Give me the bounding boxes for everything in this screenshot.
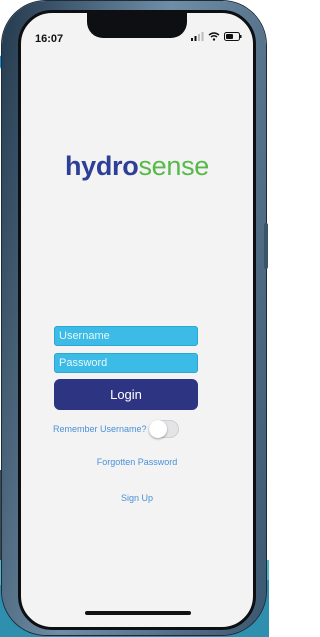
status-time: 16:07 bbox=[35, 33, 64, 45]
remember-username-toggle[interactable] bbox=[148, 420, 179, 438]
toggle-knob bbox=[148, 420, 167, 438]
signal-icon bbox=[191, 32, 204, 41]
status-icons bbox=[191, 32, 242, 41]
camera-notch bbox=[87, 13, 187, 38]
volume-button bbox=[264, 223, 268, 269]
password-input[interactable] bbox=[54, 353, 198, 373]
wifi-icon bbox=[208, 32, 220, 41]
forgotten-password-link[interactable]: Forgotten Password bbox=[21, 457, 253, 467]
logo-text-hydro: hydro bbox=[64, 151, 139, 181]
app-logo: hydrosense bbox=[21, 151, 253, 182]
remember-username-row: Remember Username? bbox=[53, 420, 179, 438]
logo-text-sense: sense bbox=[138, 151, 210, 181]
username-input[interactable] bbox=[54, 326, 198, 346]
home-indicator bbox=[85, 611, 191, 615]
sign-up-link[interactable]: Sign Up bbox=[21, 493, 253, 503]
app-screen: 16:07 hydrosense Login Remember Username… bbox=[18, 10, 256, 630]
battery-icon bbox=[224, 32, 242, 41]
remember-username-label: Remember Username? bbox=[53, 424, 147, 434]
login-button[interactable]: Login bbox=[54, 379, 198, 410]
